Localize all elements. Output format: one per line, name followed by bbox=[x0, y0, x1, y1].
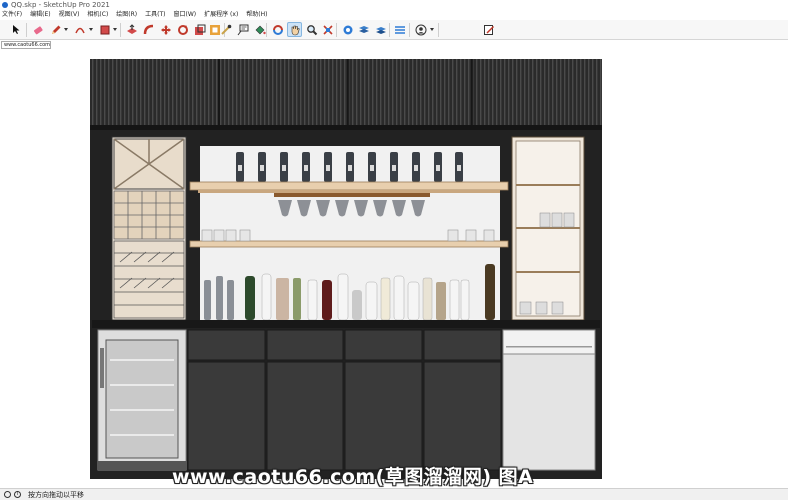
menu-edit[interactable]: 编辑(E) bbox=[30, 10, 50, 20]
scene-tab[interactable]: www.caotu66.com bbox=[1, 41, 51, 49]
text-icon[interactable] bbox=[235, 22, 250, 37]
menu-bar: 文件(F) 编辑(E) 视图(V) 相机(C) 绘图(R) 工具(T) 窗口(W… bbox=[0, 10, 788, 20]
middle-shelf bbox=[189, 240, 509, 248]
cabinet-model bbox=[90, 59, 602, 479]
eraser-icon[interactable] bbox=[30, 22, 45, 37]
edit-note-icon[interactable] bbox=[481, 22, 496, 37]
select-icon[interactable] bbox=[9, 22, 24, 37]
styles-icon[interactable] bbox=[392, 22, 407, 37]
countertop bbox=[92, 320, 600, 328]
menu-file[interactable]: 文件(F) bbox=[2, 10, 22, 20]
watermark-text: www.caotu66.com(草图溜溜网) 图A bbox=[172, 466, 534, 488]
zoom-icon[interactable] bbox=[304, 22, 319, 37]
menu-camera[interactable]: 相机(C) bbox=[87, 10, 108, 20]
menu-draw[interactable]: 绘图(R) bbox=[116, 10, 137, 20]
warehouse-icon[interactable] bbox=[340, 22, 355, 37]
rotate-icon[interactable] bbox=[175, 22, 190, 37]
info-icon[interactable]: i bbox=[14, 491, 21, 498]
menu-help[interactable]: 帮助(H) bbox=[246, 10, 267, 20]
orbit-icon[interactable] bbox=[270, 22, 285, 37]
follow-me-icon[interactable] bbox=[141, 22, 156, 37]
model-viewport[interactable] bbox=[0, 40, 788, 488]
arc-icon[interactable] bbox=[72, 22, 87, 37]
sketchup-icon bbox=[2, 2, 8, 8]
wine-cubbies bbox=[113, 190, 185, 240]
pencil-icon[interactable] bbox=[48, 22, 63, 37]
user-icon[interactable] bbox=[413, 22, 428, 37]
paint-bucket-icon[interactable] bbox=[252, 22, 267, 37]
scale-icon[interactable] bbox=[192, 22, 207, 37]
upper-shelf bbox=[189, 181, 509, 191]
push-pull-icon[interactable] bbox=[124, 22, 139, 37]
extension-warehouse-icon[interactable] bbox=[356, 22, 371, 37]
lower-drawers bbox=[187, 329, 502, 471]
move-icon[interactable] bbox=[158, 22, 173, 37]
status-hint: 按方向拖动以平移 bbox=[28, 490, 84, 499]
window-title: QQ.skp - SketchUp Pro 2021 bbox=[11, 1, 110, 9]
pan-icon[interactable] bbox=[287, 22, 302, 37]
layout-icon[interactable] bbox=[373, 22, 388, 37]
title-bar: QQ.skp - SketchUp Pro 2021 bbox=[0, 0, 788, 10]
status-bar: i 按方向拖动以平移 bbox=[0, 488, 788, 500]
geo-location-icon[interactable] bbox=[4, 491, 11, 498]
menu-extensions[interactable]: 扩展程序 (x) bbox=[204, 10, 238, 20]
tape-measure-icon[interactable] bbox=[218, 22, 233, 37]
bottle-racks bbox=[113, 240, 185, 319]
menu-tools[interactable]: 工具(T) bbox=[145, 10, 165, 20]
menu-view[interactable]: 视图(V) bbox=[59, 10, 80, 20]
top-slat-cabinets bbox=[90, 59, 602, 125]
menu-window[interactable]: 窗口(W) bbox=[174, 10, 197, 20]
toolbar bbox=[0, 20, 788, 40]
shape-icon[interactable] bbox=[97, 22, 112, 37]
app-window: QQ.skp - SketchUp Pro 2021 文件(F) 编辑(E) 视… bbox=[0, 0, 788, 500]
zoom-extents-icon[interactable] bbox=[320, 22, 335, 37]
